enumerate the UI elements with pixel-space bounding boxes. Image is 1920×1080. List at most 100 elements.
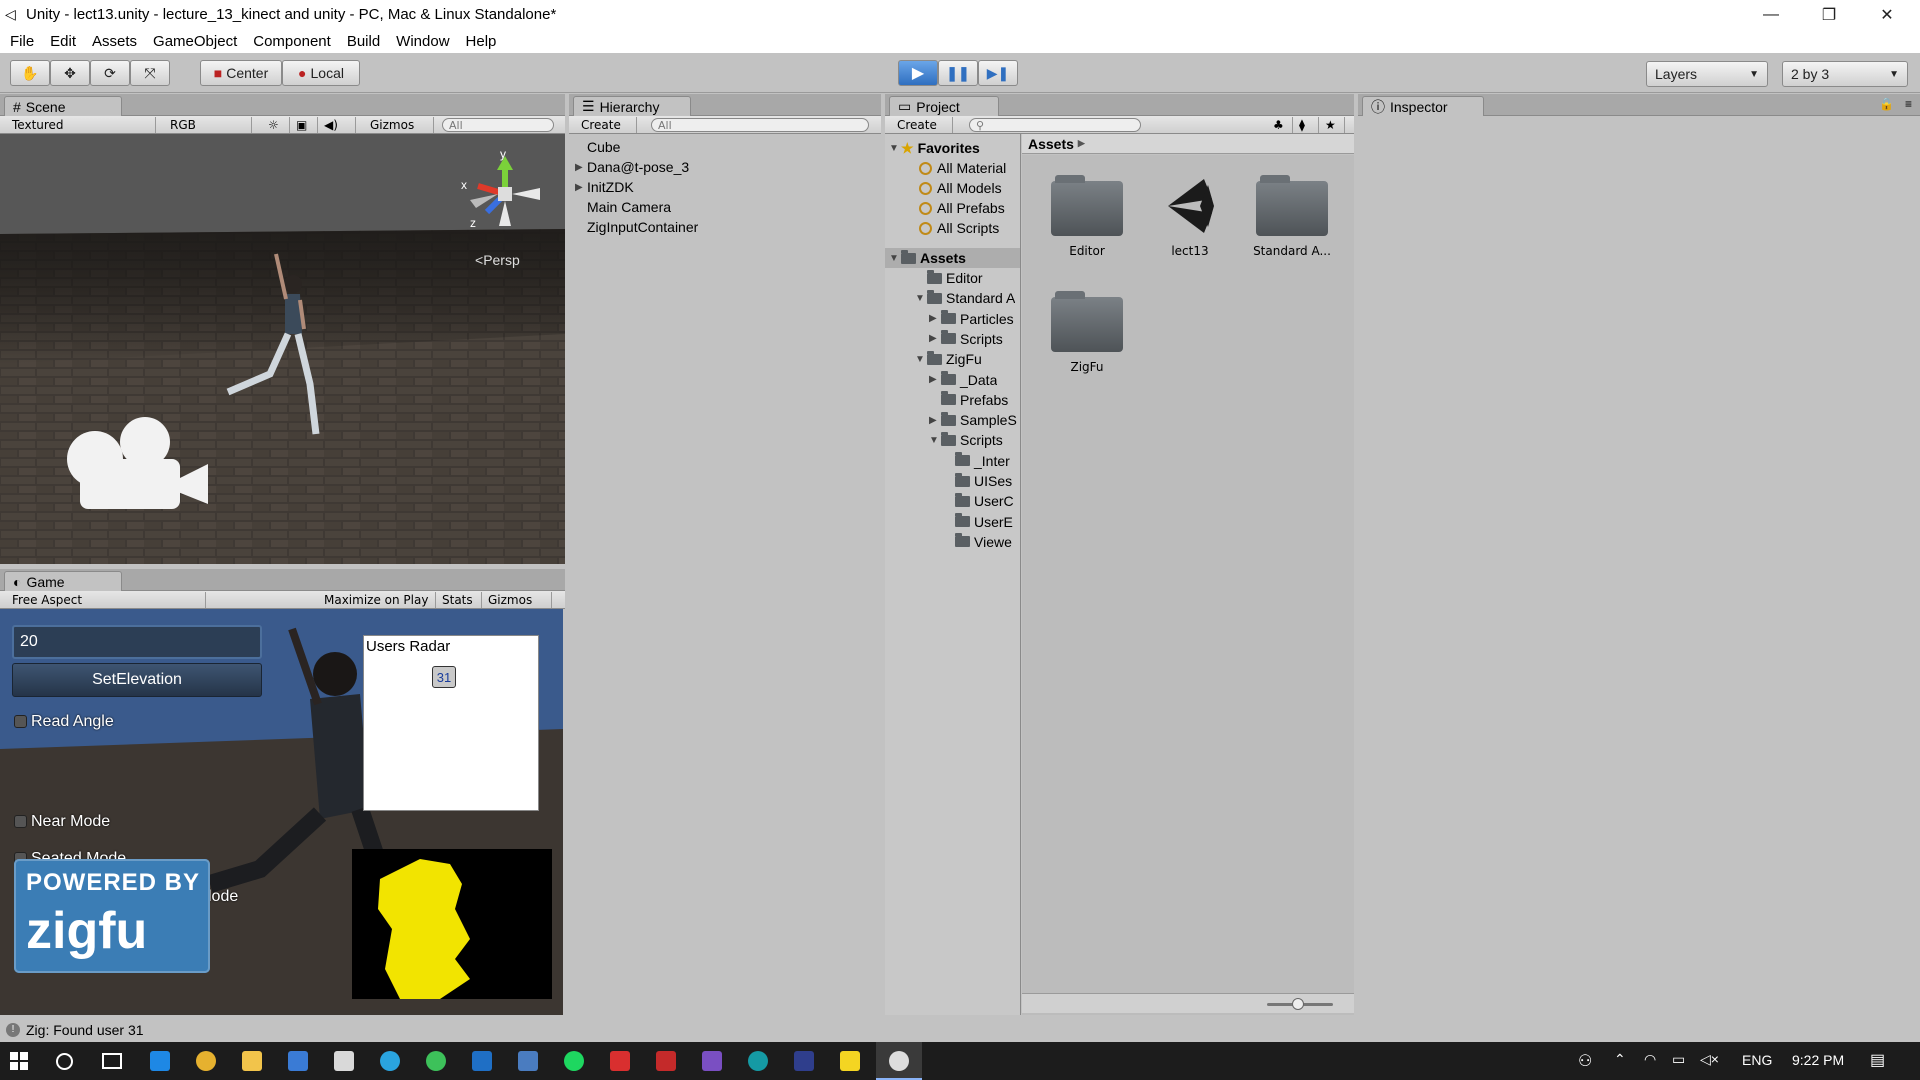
audio-toggle[interactable]: ◀) — [318, 117, 356, 133]
aspect-dropdown[interactable]: Free Aspect — [6, 592, 206, 608]
hierarchy-item[interactable]: Main Camera — [575, 197, 671, 217]
menu-help[interactable]: Help — [458, 33, 505, 50]
lock-icon[interactable]: 🔒 — [1879, 97, 1894, 111]
volume-muted-icon[interactable]: ◁× — [1700, 1051, 1719, 1068]
sticky-notes-icon[interactable] — [840, 1051, 860, 1071]
asset-tree-item[interactable]: Viewe — [943, 532, 1012, 552]
scale-tool-button[interactable]: ⤧ — [130, 60, 170, 86]
play-button[interactable]: ▶ — [898, 60, 938, 86]
menu-window[interactable]: Window — [388, 33, 457, 50]
read-angle-toggle[interactable]: Read Angle — [14, 713, 114, 731]
collapse-arrow-icon[interactable]: ▼ — [889, 253, 901, 264]
asset-tree-item[interactable]: UISes — [943, 471, 1012, 491]
elevation-input[interactable]: 20 — [12, 625, 262, 659]
clock[interactable]: 9:22 PM — [1792, 1052, 1844, 1068]
expand-arrow-icon[interactable]: ▶ — [575, 162, 587, 173]
expand-arrow-icon[interactable]: ▶ — [929, 313, 941, 324]
asset-tree-item[interactable]: ▼ Scripts — [929, 430, 1003, 450]
lighting-toggle[interactable]: ☼ — [262, 117, 290, 133]
hierarchy-item[interactable]: ▶ Dana@t-pose_3 — [575, 157, 689, 177]
hierarchy-item[interactable]: ZigInputContainer — [575, 217, 698, 237]
assets-root[interactable]: ▼ Assets — [885, 248, 1020, 268]
menu-file[interactable]: File — [0, 33, 42, 50]
asset-tree-item[interactable]: ▶ _Data — [929, 370, 997, 390]
people-icon[interactable]: ⚇ — [1578, 1051, 1592, 1071]
unity-taskbar-button[interactable] — [876, 1042, 922, 1080]
tab-scene[interactable]: # Scene — [4, 96, 122, 116]
render-mode-dropdown[interactable]: Textured — [6, 117, 156, 133]
move-tool-button[interactable]: ✥ — [50, 60, 90, 86]
scene-search-input[interactable]: All — [442, 118, 554, 132]
expand-arrow-icon[interactable]: ▶ — [929, 415, 941, 426]
gizmos-dropdown[interactable]: Gizmos — [364, 117, 434, 133]
set-elevation-button[interactable]: SetElevation — [12, 663, 262, 697]
game-viewport[interactable]: 20 SetElevation Read Angle Near Mode Sea… — [0, 609, 563, 1015]
project-search-input[interactable]: ⚲ — [969, 118, 1141, 132]
menu-assets[interactable]: Assets — [84, 33, 145, 50]
asset-item-lect13[interactable]: lect13 — [1140, 165, 1240, 258]
store-icon[interactable] — [288, 1051, 308, 1071]
search-circle-icon[interactable] — [56, 1053, 73, 1070]
menu-gameobject[interactable]: GameObject — [145, 33, 245, 50]
asset-tree-item[interactable]: UserE — [943, 512, 1013, 532]
favorite-item[interactable]: All Scripts — [919, 218, 999, 238]
pause-button[interactable]: ❚❚ — [938, 60, 978, 86]
filter-label-button[interactable]: ⧫ — [1293, 117, 1319, 133]
tab-project[interactable]: ▭ Project — [889, 96, 999, 116]
solidworks-2-icon[interactable] — [656, 1051, 676, 1071]
visual-studio-icon[interactable] — [702, 1051, 722, 1071]
chrome-icon[interactable] — [196, 1051, 216, 1071]
asset-item-standard-assets[interactable]: Standard A... — [1242, 165, 1342, 258]
asset-tree-item[interactable]: ▶ Scripts — [929, 329, 1003, 349]
notification-icon[interactable]: ▤ — [1870, 1050, 1885, 1070]
tab-inspector[interactable]: ⓘ Inspector — [1362, 96, 1484, 116]
panel-menu-icon[interactable]: ≡ — [1905, 97, 1912, 111]
asset-tree-item[interactable]: ▼ Standard A — [915, 288, 1015, 308]
asset-tree-item[interactable]: ▼ ZigFu — [915, 349, 982, 369]
near-mode-checkbox[interactable] — [14, 815, 27, 829]
hierarchy-item[interactable]: Cube — [575, 137, 620, 157]
perspective-label[interactable]: <Persp — [475, 252, 520, 268]
expand-arrow-icon[interactable]: ▼ — [915, 293, 927, 304]
layers-dropdown[interactable]: Layers ▼ — [1646, 61, 1768, 87]
telegram-icon[interactable] — [380, 1051, 400, 1071]
menu-edit[interactable]: Edit — [42, 33, 84, 50]
solidworks-icon[interactable] — [610, 1051, 630, 1071]
file-explorer-icon[interactable] — [242, 1051, 262, 1071]
asset-tree-item[interactable]: ▶ SampleS — [929, 410, 1017, 430]
tab-hierarchy[interactable]: ☰ Hierarchy — [573, 96, 691, 116]
icon-size-slider-thumb[interactable] — [1292, 998, 1304, 1010]
hierarchy-create-dropdown[interactable]: Create — [575, 117, 637, 133]
asset-tree-item[interactable]: _Inter — [943, 451, 1010, 471]
menu-component[interactable]: Component — [245, 33, 339, 50]
arduino-icon[interactable] — [748, 1051, 768, 1071]
chevron-up-icon[interactable]: ⌃ — [1614, 1051, 1626, 1068]
step-button[interactable]: ▶❚ — [978, 60, 1018, 86]
favorite-item[interactable]: All Material — [919, 158, 1006, 178]
pivot-center-button[interactable]: ■ Center — [200, 60, 282, 86]
spotify-icon[interactable] — [564, 1051, 584, 1071]
status-message[interactable]: Zig: Found user 31 — [26, 1022, 144, 1038]
tab-game[interactable]: ◐ Game — [4, 571, 122, 591]
project-create-dropdown[interactable]: Create — [891, 117, 953, 133]
expand-arrow-icon[interactable]: ▶ — [929, 374, 941, 385]
restore-button[interactable]: ❐ — [1800, 0, 1858, 29]
collapse-arrow-icon[interactable]: ▼ — [889, 143, 901, 154]
expand-arrow-icon[interactable]: ▼ — [929, 435, 941, 446]
near-mode-toggle[interactable]: Near Mode — [14, 813, 110, 831]
read-angle-checkbox[interactable] — [14, 715, 27, 729]
close-button[interactable]: ✕ — [1858, 0, 1916, 29]
space-local-button[interactable]: ● Local — [282, 60, 360, 86]
filter-type-button[interactable]: ♣ — [1267, 117, 1293, 133]
minimize-button[interactable]: — — [1742, 0, 1800, 29]
maximize-on-play-toggle[interactable]: Maximize on Play — [318, 592, 436, 608]
favorite-item[interactable]: All Prefabs — [919, 198, 1005, 218]
asset-item-zigfu[interactable]: ZigFu — [1037, 281, 1137, 374]
expand-arrow-icon[interactable]: ▼ — [915, 354, 927, 365]
battery-icon[interactable]: ▭ — [1672, 1051, 1685, 1068]
hierarchy-item[interactable]: ▶ InitZDK — [575, 177, 634, 197]
stats-toggle[interactable]: Stats — [436, 592, 482, 608]
task-view-icon[interactable] — [102, 1053, 122, 1069]
favorite-item[interactable]: All Models — [919, 178, 1002, 198]
paint-icon[interactable] — [334, 1051, 354, 1071]
